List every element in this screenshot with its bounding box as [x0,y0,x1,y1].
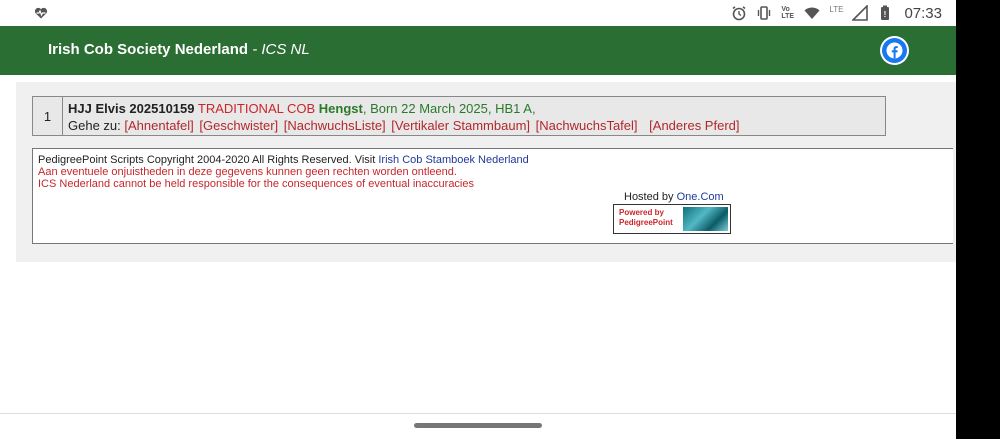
disclaimer-nl: Aan eventuele onjuistheden in deze gegev… [38,166,457,178]
row-number: 1 [33,97,63,135]
svg-text:!: ! [884,10,887,19]
stamboek-link[interactable]: Irish Cob Stamboek Nederland [378,154,528,166]
link-ahnentafel[interactable]: [Ahnentafel] [124,118,193,133]
link-anderes-pferd[interactable]: [Anderes Pferd] [649,118,739,133]
home-gesture-bar[interactable] [414,423,542,428]
footer-text: PedigreePoint Scripts Copyright 2004-202… [38,154,529,190]
badge-logo-image [683,207,728,231]
vibrate-icon [758,6,771,20]
horse-sex: Hengst [318,101,363,116]
pedigreepoint-badge[interactable]: Powered by PedigreePoint [613,204,731,234]
lte-label: LTE [829,4,844,14]
badge-text: Powered by PedigreePoint [614,205,681,233]
link-geschwister[interactable]: [Geschwister] [199,118,278,133]
nav-divider [0,413,956,414]
copyright-line: PedigreePoint Scripts Copyright 2004-202… [38,154,529,166]
horse-result-row: HJJ Elvis 202510159 TRADITIONAL COB Heng… [63,97,746,135]
disclaimer-en: ICS Nederland cannot be held responsible… [38,178,474,190]
link-nachwuchsliste[interactable]: [NachwuchsListe] [284,118,386,133]
status-icons: Vo LTE LTE ! 07:33 [731,3,942,23]
facebook-button[interactable] [880,36,909,65]
facebook-icon [886,42,903,59]
hosted-label: Hosted by [624,191,677,203]
site-header: Irish Cob Society Nederland - ICS NL [0,26,956,75]
badge-line1: Powered by [619,208,664,217]
wifi-icon [804,7,820,19]
horse-name: HJJ Elvis 202510159 [68,101,195,116]
health-heart-icon [34,7,48,19]
main-content: 1 HJJ Elvis 202510159 TRADITIONAL COB He… [16,82,956,262]
hosted-link[interactable]: One.Com [677,191,724,203]
hosted-by: Hosted by One.Com [624,191,724,203]
site-title-sub: - ICS NL [248,41,310,58]
horse-breed: TRADITIONAL COB [197,101,316,116]
goto-label: Gehe zu: [68,118,121,133]
link-vertikaler-stammbaum[interactable]: [Vertikaler Stammbaum] [391,118,530,133]
status-bar: Vo LTE LTE ! 07:33 [0,0,956,26]
volte-icon: Vo LTE [781,6,795,20]
status-time: 07:33 [904,4,942,22]
horse-born: , Born 22 March 2025, HB1 A, [362,101,536,116]
copyright-text: PedigreePoint Scripts Copyright 2004-202… [38,154,379,166]
battery-icon: ! [881,5,890,20]
site-title[interactable]: Irish Cob Society Nederland - ICS NL [48,41,310,58]
signal-icon [852,5,869,21]
phone-screen: Vo LTE LTE ! 07:33 Irish Cob Society Ned… [0,0,956,439]
alarm-icon [732,6,746,21]
footer-box: PedigreePoint Scripts Copyright 2004-202… [32,148,953,244]
link-nachwuchstafel[interactable]: [NachwuchsTafel] [536,118,638,133]
horse-result-table: 1 HJJ Elvis 202510159 TRADITIONAL COB He… [32,96,886,136]
badge-line2: PedigreePoint [619,218,673,227]
horse-info-line: HJJ Elvis 202510159 TRADITIONAL COB Heng… [68,100,741,117]
goto-links: Gehe zu: [Ahnentafel] [Geschwister] [Nac… [68,117,741,134]
site-title-main: Irish Cob Society Nederland [48,41,249,58]
